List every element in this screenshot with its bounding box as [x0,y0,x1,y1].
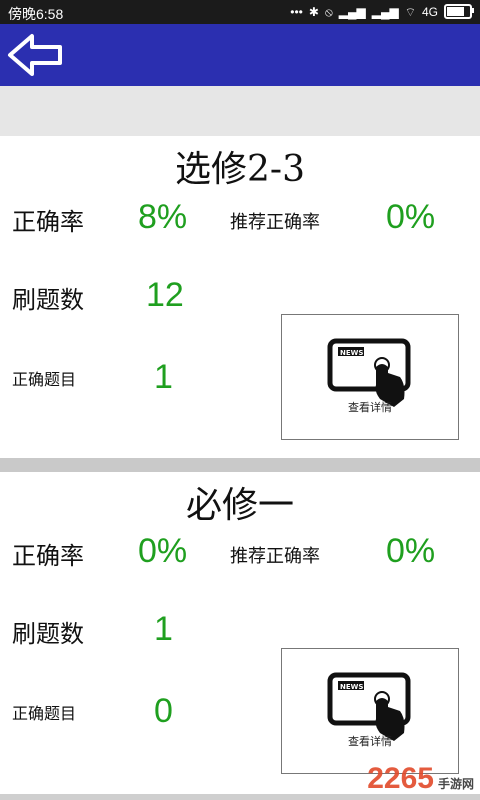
signal-icon: ▂▄▆ [338,4,366,19]
watermark-site: 手游网 [437,777,474,791]
news-caption: 查看详情 [348,401,392,414]
view-details-button[interactable]: NEWS 查看详情 [281,648,459,774]
stats-card[interactable]: 必修一 正确率 0% 推荐正确率 0% 刷题数 1 正确题目 0 NEWS 查看… [0,472,480,794]
dots-icon: ••• [290,4,303,19]
card-title: 选修2-3 [175,149,305,190]
news-caption: 查看详情 [348,735,392,748]
card-title: 必修一 [185,485,294,526]
news-touch-icon: NEWS [327,672,411,741]
news-badge: NEWS [340,349,363,357]
bluetooth-icon: ✱ [308,4,319,19]
app-bar [0,24,480,86]
accuracy-value: 0% [138,532,188,570]
question-count-value: 1 [154,610,173,648]
news-touch-icon: NEWS [327,338,411,407]
recommended-accuracy-value: 0% [386,198,436,236]
wifi-icon: ⌔ [404,4,416,19]
stats-card[interactable]: 选修2-3 正确率 8% 推荐正确率 0% 刷题数 12 正确题目 1 NEWS… [0,136,480,458]
correct-questions-value: 1 [154,358,173,396]
status-bar: 傍晚6:58 ••• ✱ ⦸ ▂▄▆ ▂▄▆ ⌔ 4G [0,0,480,24]
section-divider [0,458,480,472]
correct-questions-value: 0 [154,692,173,730]
accuracy-value: 8% [138,198,188,236]
recommended-accuracy-value: 0% [386,532,436,570]
vibrate-off-icon: ⦸ [324,4,333,19]
question-count-value: 12 [146,276,184,314]
network-type: 4G [421,4,438,19]
recommended-accuracy-label: 推荐正确率 [230,212,320,233]
back-arrow-icon [8,34,62,76]
recommended-accuracy-label: 推荐正确率 [230,546,320,567]
watermark-logo: 2265 手游网 [367,762,474,796]
status-icons: ••• ✱ ⦸ ▂▄▆ ▂▄▆ ⌔ 4G [290,4,474,19]
signal-icon: ▂▄▆ [371,4,399,19]
correct-questions-label: 正确题目 [12,370,77,389]
accuracy-label: 正确率 [12,542,84,570]
top-spacer [0,86,480,136]
battery-icon [444,4,474,19]
watermark-number: 2265 [367,762,434,795]
question-count-label: 刷题数 [12,620,84,648]
question-count-label: 刷题数 [12,286,84,314]
status-time: 傍晚6:58 [8,6,64,22]
correct-questions-label: 正确题目 [12,704,77,723]
accuracy-label: 正确率 [12,208,84,236]
news-badge: NEWS [340,683,363,691]
back-button[interactable] [6,30,66,80]
view-details-button[interactable]: NEWS 查看详情 [281,314,459,440]
